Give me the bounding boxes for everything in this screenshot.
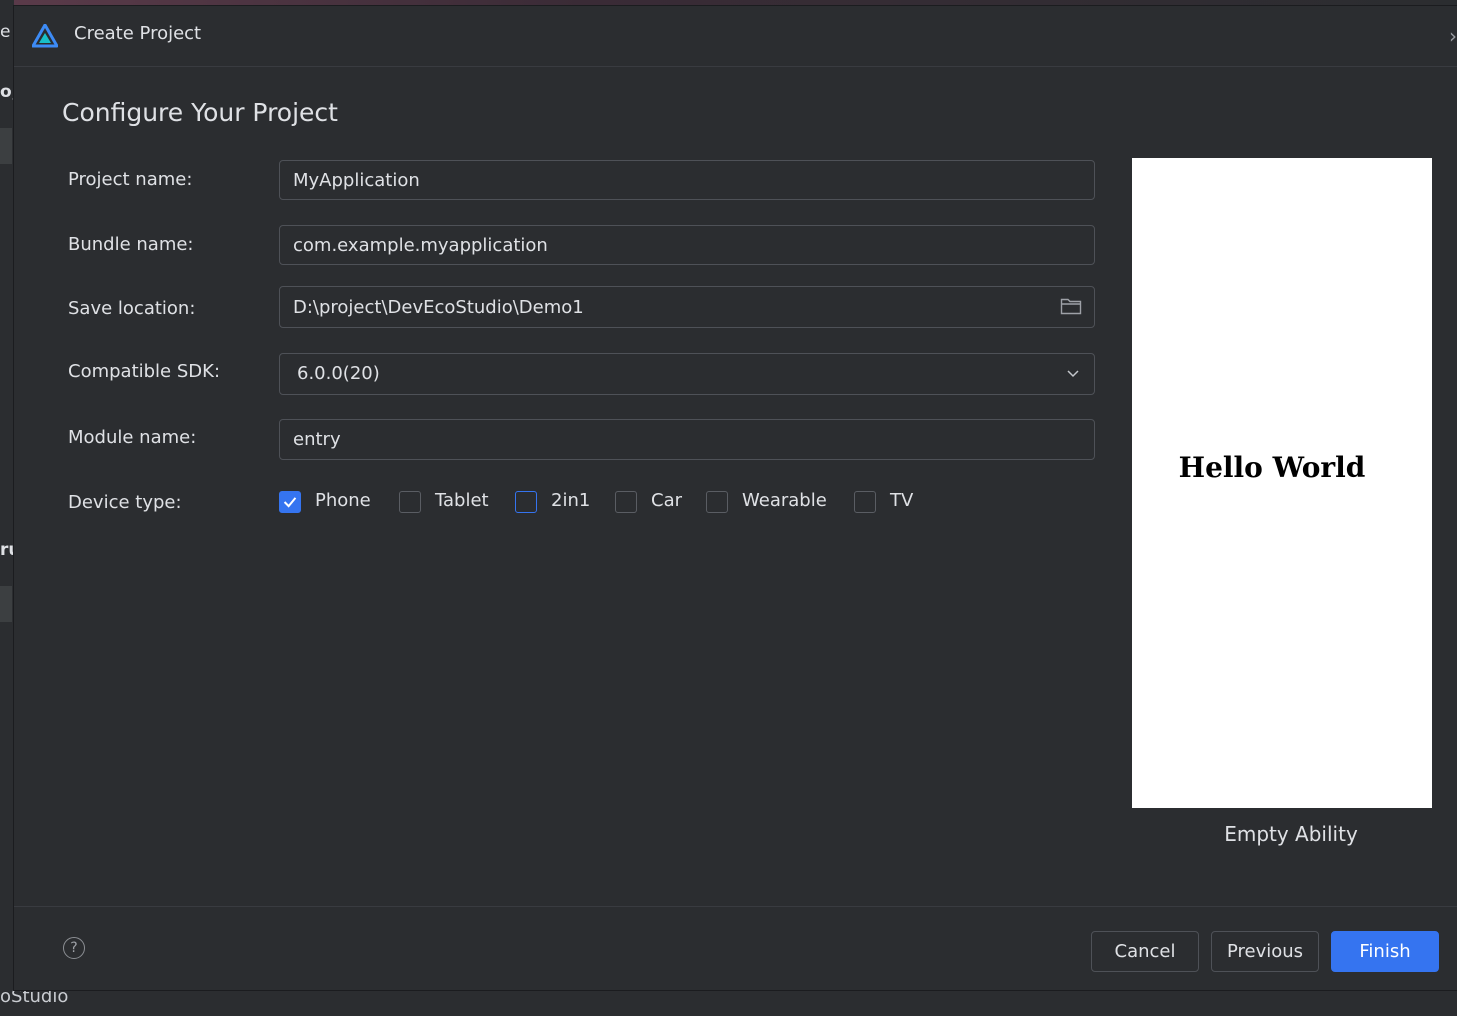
- compatible-sdk-value: 6.0.0(20): [297, 363, 380, 384]
- bundle-name-label: Bundle name:: [68, 234, 194, 255]
- chevron-down-icon: [1067, 370, 1079, 378]
- save-location-field: [279, 286, 1095, 328]
- background-status-bar: [0, 990, 1457, 1016]
- compatible-sdk-label: Compatible SDK:: [68, 361, 221, 382]
- checkbox-icon[interactable]: [399, 491, 421, 513]
- project-name-input[interactable]: [280, 161, 1094, 199]
- create-project-dialog: Create Project › Configure Your Project …: [14, 6, 1457, 990]
- deveco-logo-icon: [32, 24, 58, 48]
- checkbox-icon[interactable]: [515, 491, 537, 513]
- module-name-field: [279, 419, 1095, 460]
- background-panel: [0, 128, 12, 164]
- dialog-titlebar: Create Project ›: [14, 6, 1457, 67]
- project-name-label: Project name:: [68, 169, 193, 190]
- save-location-label: Save location:: [68, 298, 196, 319]
- device-type-label: Device type:: [68, 492, 182, 513]
- bundle-name-input[interactable]: [280, 226, 1094, 264]
- save-location-input[interactable]: [280, 287, 1094, 327]
- device-label-2in1: 2in1: [551, 490, 591, 511]
- compatible-sdk-select[interactable]: 6.0.0(20): [279, 353, 1095, 395]
- module-name-input[interactable]: [280, 420, 1094, 459]
- background-panel: [0, 586, 12, 622]
- checkbox-checked-icon[interactable]: [279, 491, 301, 513]
- module-name-label: Module name:: [68, 427, 197, 448]
- checkbox-icon[interactable]: [615, 491, 637, 513]
- footer-divider: [14, 906, 1457, 907]
- background-text-fragment: e: [0, 22, 11, 42]
- device-label-tv: TV: [890, 490, 914, 511]
- template-preview: Hello World: [1132, 158, 1432, 808]
- device-label-car: Car: [651, 490, 682, 511]
- page-title: Configure Your Project: [62, 98, 338, 127]
- device-label-tablet: Tablet: [435, 490, 489, 511]
- dialog-title: Create Project: [74, 23, 202, 44]
- template-caption: Empty Ability: [1224, 822, 1358, 846]
- checkbox-icon[interactable]: [706, 491, 728, 513]
- bundle-name-field: [279, 225, 1095, 265]
- device-label-phone: Phone: [315, 490, 371, 511]
- finish-button[interactable]: Finish: [1331, 931, 1439, 972]
- cancel-button[interactable]: Cancel: [1091, 931, 1199, 972]
- help-icon[interactable]: ?: [63, 937, 85, 959]
- device-label-wearable: Wearable: [742, 490, 827, 511]
- close-icon[interactable]: ›: [1449, 24, 1457, 48]
- project-name-field: [279, 160, 1095, 200]
- preview-hello-text: Hello World: [1178, 451, 1366, 484]
- folder-icon[interactable]: [1060, 297, 1082, 315]
- previous-button[interactable]: Previous: [1211, 931, 1319, 972]
- checkbox-icon[interactable]: [854, 491, 876, 513]
